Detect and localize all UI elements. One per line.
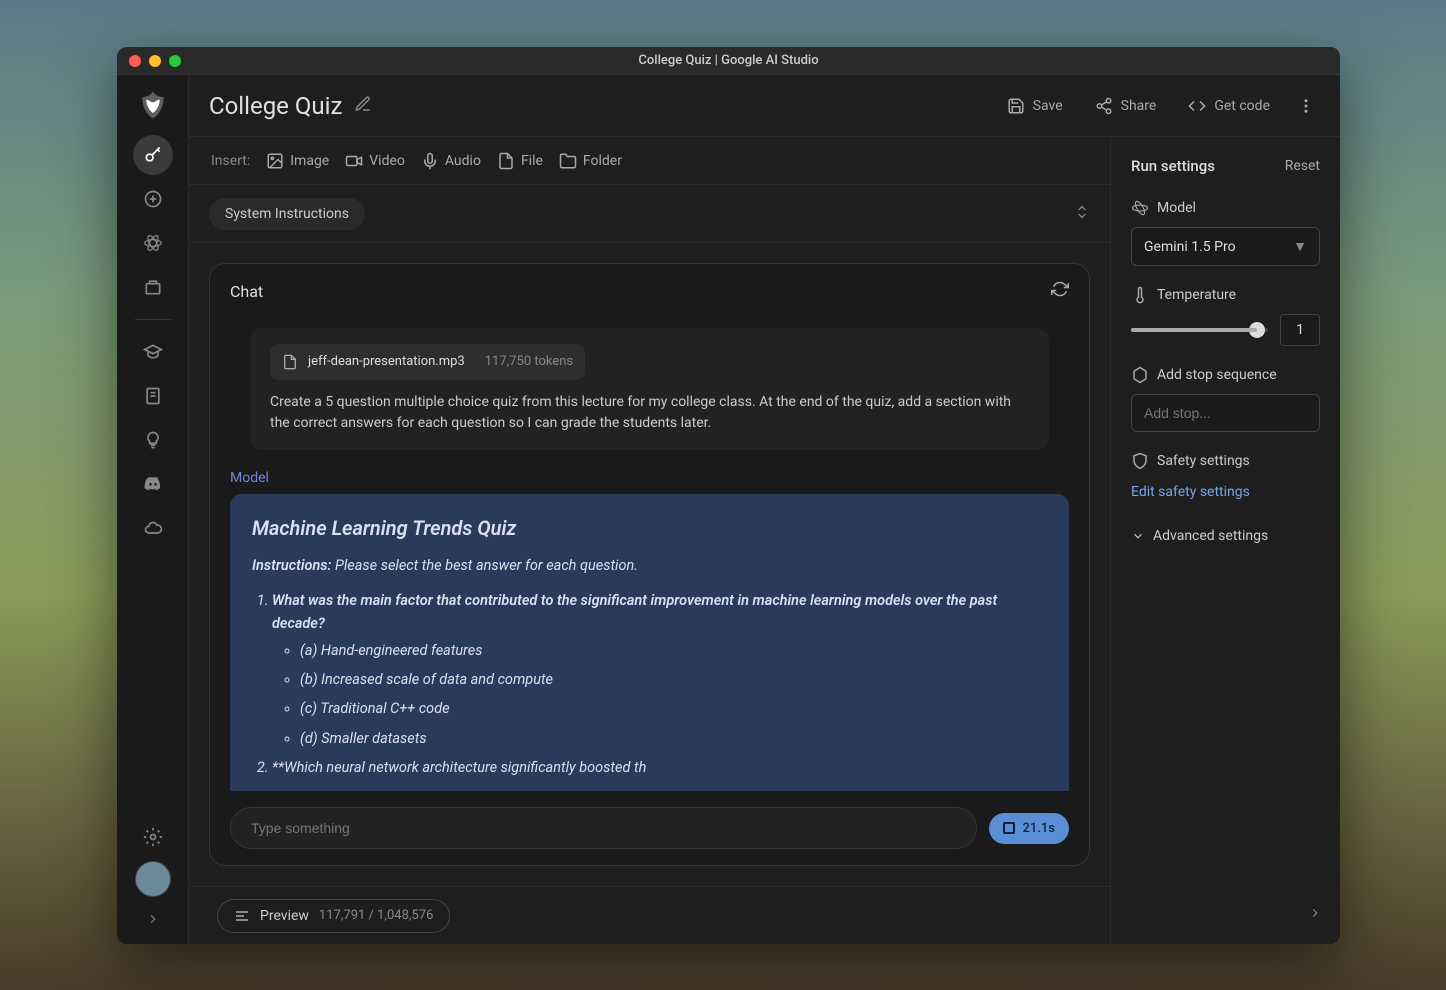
- reset-settings-button[interactable]: Reset: [1285, 158, 1320, 174]
- insert-file-button[interactable]: File: [497, 152, 543, 170]
- insert-video-button[interactable]: Video: [345, 152, 405, 170]
- system-instructions-label: System Instructions: [225, 206, 349, 222]
- save-label: Save: [1033, 98, 1063, 114]
- stop-sequence-input[interactable]: [1131, 394, 1320, 432]
- shield-icon: [1131, 452, 1149, 470]
- run-settings-title: Run settings: [1131, 157, 1215, 175]
- q1-option-a: (a) Hand-engineered features: [300, 639, 1047, 662]
- sidebar-item-new[interactable]: [133, 179, 173, 219]
- sidebar-item-education[interactable]: [133, 332, 173, 372]
- window-title: College Quiz | Google AI Studio: [638, 53, 818, 68]
- sidebar: [117, 75, 189, 944]
- q1-option-c: (c) Traditional C++ code: [300, 697, 1047, 720]
- preview-toggle[interactable]: Preview 117,791 / 1,048,576: [217, 899, 450, 933]
- sidebar-item-key[interactable]: [133, 135, 173, 175]
- file-token-count: 117,750 tokens: [485, 352, 573, 372]
- advanced-settings-label: Advanced settings: [1153, 528, 1268, 544]
- temperature-label: Temperature: [1157, 287, 1236, 303]
- model-response: Machine Learning Trends Quiz Instruction…: [230, 494, 1069, 792]
- chat-refresh-button[interactable]: [1051, 280, 1069, 302]
- insert-file-label: File: [521, 153, 543, 169]
- chat-title: Chat: [230, 282, 263, 301]
- insert-audio-button[interactable]: Audio: [421, 152, 481, 170]
- stop-generation-button[interactable]: 21.1s: [989, 813, 1069, 844]
- hexagon-icon: [1131, 366, 1149, 384]
- slider-thumb[interactable]: [1249, 322, 1265, 338]
- window-minimize-button[interactable]: [149, 55, 161, 67]
- get-code-button[interactable]: Get code: [1178, 91, 1280, 121]
- chevron-down-icon: [1131, 529, 1145, 543]
- edit-safety-link[interactable]: Edit safety settings: [1131, 480, 1320, 504]
- sidebar-item-settings[interactable]: [133, 817, 173, 857]
- question-2-partial: **Which neural network architecture sign…: [272, 759, 646, 776]
- more-menu-button[interactable]: [1292, 92, 1320, 120]
- insert-folder-button[interactable]: Folder: [559, 152, 622, 170]
- titlebar: College Quiz | Google AI Studio: [117, 47, 1340, 75]
- share-label: Share: [1121, 98, 1157, 114]
- chat-panel: Chat jeff-dean-presentation.mp3: [209, 263, 1090, 866]
- insert-toolbar: Insert: Image Video Audio: [189, 137, 1110, 185]
- get-code-label: Get code: [1214, 98, 1270, 114]
- file-attachment-chip[interactable]: jeff-dean-presentation.mp3 117,750 token…: [270, 344, 585, 380]
- share-button[interactable]: Share: [1085, 91, 1167, 121]
- insert-folder-label: Folder: [583, 153, 622, 169]
- run-settings-panel: Run settings Reset Model Gemini 1.5 Pro …: [1110, 137, 1340, 944]
- sidebar-item-lightbulb[interactable]: [133, 420, 173, 460]
- save-button[interactable]: Save: [997, 91, 1073, 121]
- question-1-text: What was the main factor that contribute…: [272, 592, 997, 632]
- model-selected-value: Gemini 1.5 Pro: [1144, 239, 1236, 255]
- generation-time: 21.1s: [1023, 821, 1055, 836]
- q1-option-d: (d) Smaller datasets: [300, 727, 1047, 750]
- page-title: College Quiz: [209, 92, 342, 120]
- chevron-down-icon: ▼: [1293, 238, 1307, 255]
- file-name: jeff-dean-presentation.mp3: [308, 352, 465, 372]
- model-label: Model: [1157, 200, 1196, 216]
- sidebar-item-discord[interactable]: [133, 464, 173, 504]
- sidebar-item-docs[interactable]: [133, 376, 173, 416]
- instructions-text: Please select the best answer for each q…: [335, 557, 638, 574]
- divider: [135, 319, 171, 320]
- collapse-settings-panel-button[interactable]: [1302, 899, 1328, 930]
- temperature-value[interactable]: 1: [1280, 314, 1320, 346]
- insert-label: Insert:: [211, 153, 250, 169]
- window-maximize-button[interactable]: [169, 55, 181, 67]
- atom-icon: [1131, 199, 1149, 217]
- stop-sequence-label: Add stop sequence: [1157, 367, 1277, 383]
- safety-settings-label: Safety settings: [1157, 453, 1250, 469]
- system-instructions-collapse-icon[interactable]: [1074, 204, 1090, 224]
- edit-title-icon[interactable]: [354, 95, 372, 117]
- user-prompt-text: Create a 5 question multiple choice quiz…: [270, 392, 1029, 434]
- quiz-title: Machine Learning Trends Quiz: [252, 512, 1047, 544]
- sidebar-item-atom[interactable]: [133, 223, 173, 263]
- insert-audio-label: Audio: [445, 153, 481, 169]
- topbar: College Quiz Save Share Get code: [189, 75, 1340, 137]
- sidebar-expand-toggle[interactable]: [146, 911, 160, 930]
- system-instructions-toggle[interactable]: System Instructions: [209, 198, 365, 230]
- user-avatar[interactable]: [135, 861, 171, 897]
- instructions-label: Instructions:: [252, 557, 331, 574]
- model-select[interactable]: Gemini 1.5 Pro ▼: [1131, 227, 1320, 266]
- q1-option-b: (b) Increased scale of data and compute: [300, 668, 1047, 691]
- sidebar-item-cloud[interactable]: [133, 508, 173, 548]
- insert-image-label: Image: [290, 153, 329, 169]
- app-logo-icon: [137, 89, 169, 121]
- insert-video-label: Video: [369, 153, 405, 169]
- preview-token-count: 117,791 / 1,048,576: [319, 908, 433, 923]
- temperature-slider[interactable]: [1131, 328, 1268, 332]
- advanced-settings-toggle[interactable]: Advanced settings: [1123, 514, 1328, 558]
- chat-input[interactable]: [230, 807, 977, 849]
- insert-image-button[interactable]: Image: [266, 152, 329, 170]
- preview-label: Preview: [260, 908, 309, 924]
- window-close-button[interactable]: [129, 55, 141, 67]
- app-window: College Quiz | Google AI Studio: [117, 47, 1340, 944]
- model-response-label: Model: [230, 466, 1069, 494]
- thermometer-icon: [1131, 286, 1149, 304]
- stop-icon: [1003, 822, 1015, 834]
- user-message: jeff-dean-presentation.mp3 117,750 token…: [250, 328, 1049, 450]
- sidebar-item-library[interactable]: [133, 267, 173, 307]
